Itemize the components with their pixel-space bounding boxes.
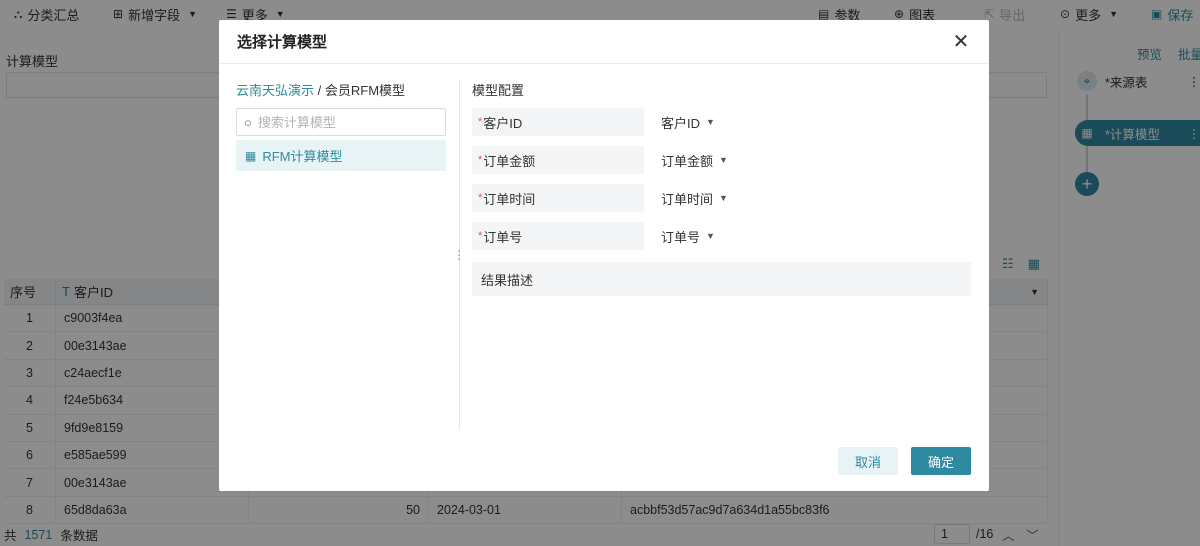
required-mark: *	[478, 154, 483, 166]
dialog-header: 选择计算模型 ✕	[219, 20, 989, 64]
config-label: * 订单时间	[472, 184, 644, 212]
field-select[interactable]: 订单金额 ▼	[661, 151, 728, 170]
field-select-value: 客户ID	[661, 115, 701, 131]
confirm-button[interactable]: 确定	[911, 447, 971, 475]
field-select-value: 订单号	[661, 229, 701, 245]
required-mark: *	[478, 116, 483, 128]
config-label-text: 订单金额	[483, 153, 536, 169]
config-row-order-no: * 订单号 订单号 ▼	[472, 222, 972, 250]
field-select-value: 订单时间	[661, 191, 714, 207]
list-item-rfm-model[interactable]: ▦ RFM计算模型	[236, 140, 446, 171]
select-calc-model-dialog: 选择计算模型 ✕ 云南天弘演示 / 会员RFM模型 ○ ▦ RFM计算模型 ⋮ …	[219, 20, 989, 491]
config-row-order-time: * 订单时间 订单时间 ▼	[472, 184, 972, 212]
section-title: 模型配置	[472, 83, 525, 98]
table-icon: ▦	[245, 148, 257, 163]
caret-down-icon: ▼	[706, 117, 715, 127]
required-mark: *	[478, 230, 483, 242]
breadcrumb-separator: /	[314, 83, 325, 98]
config-label: * 订单金额	[472, 146, 644, 174]
model-config-pane: 模型配置 * 客户ID 客户ID ▼ * 订单金额 订单金额 ▼ * 订单时间 …	[472, 80, 972, 296]
model-list-pane: 云南天弘演示 / 会员RFM模型 ○ ▦ RFM计算模型	[236, 80, 446, 171]
model-item-label: RFM计算模型	[262, 149, 343, 164]
config-row-order-amount: * 订单金额 订单金额 ▼	[472, 146, 972, 174]
breadcrumb: 云南天弘演示 / 会员RFM模型	[236, 80, 446, 98]
search-box[interactable]: ○	[236, 108, 446, 136]
drag-handle-icon[interactable]: ⋮	[453, 248, 465, 262]
result-description: 结果描述	[472, 262, 971, 296]
breadcrumb-link[interactable]: 云南天弘演示	[236, 83, 314, 98]
field-select[interactable]: 客户ID ▼	[661, 113, 715, 132]
config-label: * 客户ID	[472, 108, 644, 136]
search-icon: ○	[244, 114, 252, 130]
dialog-title: 选择计算模型	[237, 34, 328, 51]
caret-down-icon: ▼	[719, 193, 728, 203]
breadcrumb-current: 会员RFM模型	[324, 83, 406, 98]
caret-down-icon: ▼	[719, 155, 728, 165]
cancel-button[interactable]: 取消	[838, 447, 898, 475]
config-label-text: 订单时间	[483, 191, 536, 207]
field-select[interactable]: 订单时间 ▼	[661, 189, 728, 208]
search-input[interactable]	[257, 114, 428, 130]
close-icon[interactable]: ✕	[951, 32, 971, 52]
dialog-footer: 取消 确定	[838, 447, 971, 475]
required-mark: *	[478, 192, 483, 204]
config-label: * 订单号	[472, 222, 644, 250]
config-label-text: 订单号	[483, 229, 523, 245]
caret-down-icon: ▼	[706, 231, 715, 241]
config-row-customer-id: * 客户ID 客户ID ▼	[472, 108, 972, 136]
field-select-value: 订单金额	[661, 153, 714, 169]
field-select[interactable]: 订单号 ▼	[661, 227, 715, 246]
config-label-text: 客户ID	[483, 115, 523, 131]
